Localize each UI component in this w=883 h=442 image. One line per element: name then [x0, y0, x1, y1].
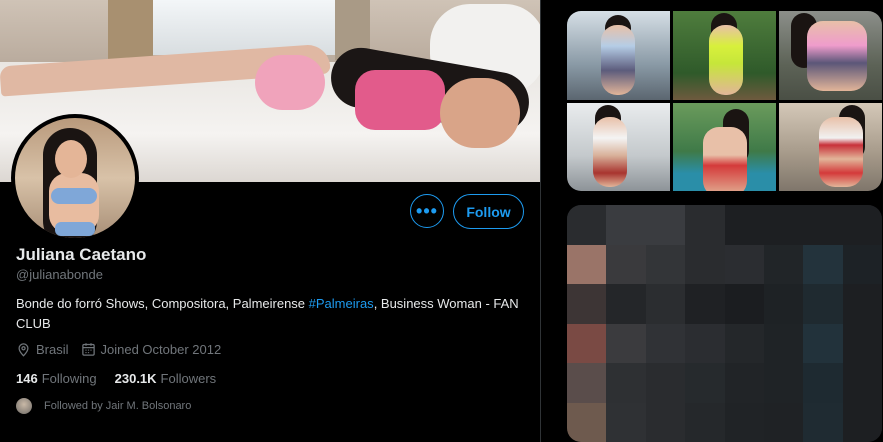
followed-by-row[interactable]: Followed by Jair M. Bolsonaro: [16, 398, 191, 414]
followers-label: Followers: [160, 371, 217, 386]
blur-tile: [842, 244, 882, 284]
bio-text-1: Bonde do forró Shows, Compositora, Palme…: [16, 296, 309, 311]
blur-tile: [724, 244, 764, 284]
blur-tile: [645, 284, 686, 324]
avatar-face: [55, 140, 87, 178]
media-thumbnail[interactable]: [673, 11, 776, 100]
blur-tile: [645, 402, 686, 442]
follow-button[interactable]: Follow: [453, 194, 524, 229]
profile-name: Juliana Caetano: [16, 245, 147, 264]
blur-tile: [685, 284, 725, 324]
blur-tile: [724, 363, 764, 403]
blur-tile: [842, 363, 882, 403]
followed-by-text: Followed by Jair M. Bolsonaro: [44, 400, 192, 412]
blur-tile: [567, 323, 607, 363]
bio-hashtag-link[interactable]: #Palmeiras: [309, 296, 374, 311]
blur-tile: [685, 205, 725, 245]
blur-tile: [606, 205, 646, 245]
blur-tile: [567, 244, 607, 284]
blur-tile: [803, 323, 843, 363]
blur-tile: [763, 244, 804, 284]
blur-tile: [606, 402, 646, 442]
location-pin-icon: [18, 343, 29, 357]
blur-tile: [763, 402, 804, 442]
thumbnail-figure: [601, 25, 635, 95]
blur-tile: [842, 205, 882, 245]
blur-tile: [842, 323, 882, 363]
blur-tile: [606, 363, 646, 403]
blur-tile: [685, 244, 725, 284]
blur-tile: [763, 323, 804, 363]
followers-count: 230.1K: [114, 371, 157, 386]
blur-tile: [645, 244, 686, 284]
profile-handle: @julianabonde: [16, 267, 103, 282]
blur-tile: [842, 402, 882, 442]
media-thumbnail-grid: [567, 11, 882, 191]
blur-tile: [763, 205, 804, 245]
blur-tile: [724, 205, 764, 245]
profile-avatar[interactable]: [11, 114, 139, 242]
blur-tile: [803, 402, 843, 442]
blur-tile: [567, 402, 607, 442]
joined-item: Joined October 2012: [81, 342, 222, 357]
follower-avatar: [16, 398, 32, 414]
blur-tile: [606, 284, 646, 324]
location-item: Brasil: [16, 342, 69, 357]
thumbnail-figure: [807, 21, 867, 91]
media-thumbnail[interactable]: [673, 102, 776, 191]
blur-tile: [724, 284, 764, 324]
blur-tile: [567, 363, 607, 403]
profile-column: ••• Follow Juliana Caetano @julianabonde…: [0, 0, 541, 442]
location-text: Brasil: [36, 342, 69, 357]
media-thumbnail[interactable]: [567, 102, 670, 191]
banner-figure-shorts: [255, 55, 325, 110]
blur-tile: [724, 323, 764, 363]
blur-tile: [803, 205, 843, 245]
blur-tile: [606, 244, 646, 284]
media-thumbnail[interactable]: [779, 11, 882, 100]
blur-tile: [606, 323, 646, 363]
blur-tile: [803, 244, 843, 284]
blur-tile: [645, 205, 686, 245]
more-options-button[interactable]: •••: [410, 194, 444, 228]
following-label: Following: [41, 371, 97, 386]
blur-tile: [685, 363, 725, 403]
blur-tile: [803, 284, 843, 324]
blur-tile: [724, 402, 764, 442]
media-thumbnail[interactable]: [567, 11, 670, 100]
thumbnail-figure: [593, 116, 627, 187]
blur-tile: [763, 284, 804, 324]
blur-tile: [645, 363, 686, 403]
profile-stats: 146 Following 230.1K Followers: [16, 371, 234, 386]
blur-tile: [567, 205, 607, 245]
blur-tile: [842, 284, 882, 324]
thumbnail-figure: [703, 126, 747, 191]
follow-button-label: Follow: [466, 203, 511, 220]
avatar-bottom: [55, 222, 95, 236]
banner-figure-top: [355, 70, 445, 130]
blur-tile: [763, 363, 804, 403]
followers-link[interactable]: 230.1K Followers: [115, 371, 217, 386]
more-dots-icon: •••: [416, 200, 438, 221]
avatar-top: [51, 188, 97, 204]
following-count: 146: [16, 371, 38, 386]
blur-tile: [803, 363, 843, 403]
profile-bio: Bonde do forró Shows, Compositora, Palme…: [16, 294, 536, 334]
media-thumbnail[interactable]: [779, 102, 882, 191]
blurred-media-panel: [567, 205, 882, 442]
blur-tile: [567, 284, 607, 324]
blur-tile: [685, 323, 725, 363]
profile-meta: Brasil Joined October 2012: [16, 342, 233, 357]
following-link[interactable]: 146 Following: [16, 371, 97, 386]
blur-tile: [645, 323, 686, 363]
thumbnail-figure: [709, 25, 743, 95]
banner-figure-face: [440, 78, 520, 148]
calendar-icon: [81, 343, 95, 356]
blur-tile: [685, 402, 725, 442]
joined-text: Joined October 2012: [100, 342, 222, 357]
thumbnail-figure: [819, 116, 863, 187]
